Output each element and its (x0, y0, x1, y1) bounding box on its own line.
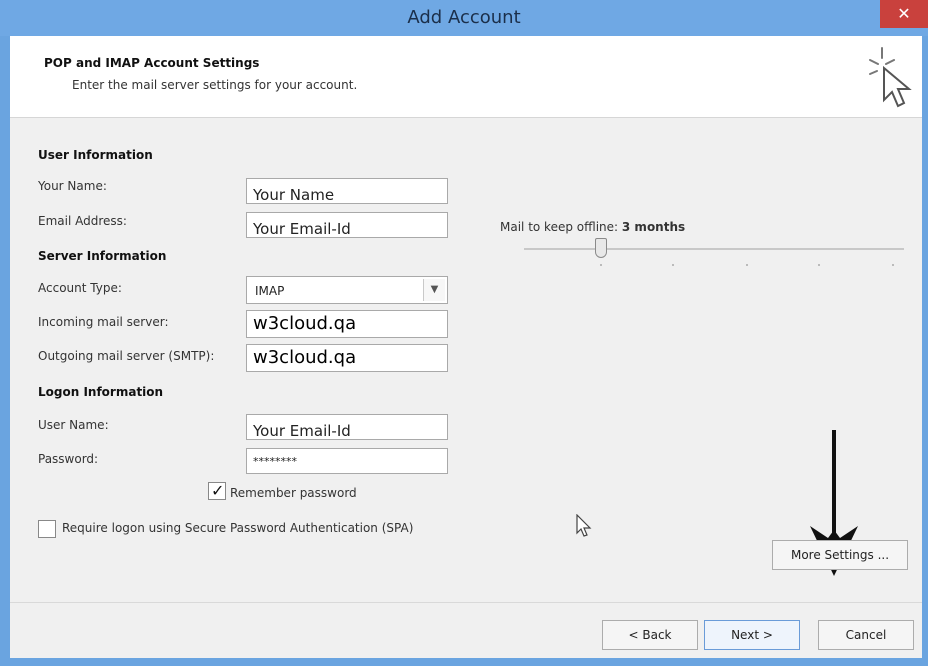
incoming-server-input[interactable]: w3cloud.qa (246, 310, 448, 338)
close-button[interactable]: ✕ (880, 0, 928, 28)
mail-offline-label: Mail to keep offline: 3 months (500, 220, 685, 234)
mouse-cursor-icon (576, 514, 592, 537)
slider-tick (672, 264, 674, 266)
add-account-window: Add Account ✕ POP and IMAP Account Setti… (0, 0, 928, 666)
account-type-select[interactable]: IMAP ▼ (246, 276, 448, 304)
account-type-label: Account Type: (38, 281, 122, 295)
slider-tick (818, 264, 820, 266)
user-name-label: User Name: (38, 418, 109, 432)
user-name-input[interactable]: Your Email-Id (246, 414, 448, 440)
header-title: POP and IMAP Account Settings (44, 56, 260, 70)
back-button[interactable]: < Back (602, 620, 698, 650)
dialog-content: POP and IMAP Account Settings Enter the … (10, 36, 922, 658)
mail-offline-text: Mail to keep offline: (500, 220, 619, 234)
outgoing-server-label: Outgoing mail server (SMTP): (38, 349, 215, 363)
mail-offline-value: 3 months (621, 220, 686, 234)
your-name-input[interactable]: Your Name (246, 178, 448, 204)
server-information-heading: Server Information (38, 249, 167, 263)
slider-tick (892, 264, 894, 266)
more-settings-button[interactable]: More Settings ... (772, 540, 908, 570)
slider-tick (600, 264, 602, 266)
offline-slider-track[interactable] (524, 248, 904, 250)
logon-information-heading: Logon Information (38, 385, 164, 399)
wizard-cursor-icon (869, 47, 912, 108)
chevron-down-icon[interactable]: ▼ (423, 279, 445, 301)
password-input[interactable]: ******** (246, 448, 448, 474)
slider-tick (746, 264, 748, 266)
password-label: Password: (38, 452, 99, 466)
title-bar: Add Account ✕ (0, 0, 928, 36)
offline-slider-thumb[interactable] (595, 238, 607, 258)
cancel-button[interactable]: Cancel (818, 620, 914, 650)
header-subtitle: Enter the mail server settings for your … (72, 78, 358, 92)
dialog-header: POP and IMAP Account Settings Enter the … (10, 36, 922, 118)
remember-password-checkbox[interactable] (208, 481, 226, 500)
footer-divider (10, 602, 922, 603)
incoming-server-label: Incoming mail server: (38, 315, 169, 329)
next-button[interactable]: Next > (704, 620, 800, 650)
user-information-heading: User Information (38, 148, 153, 162)
remember-password-label: Remember password (230, 486, 357, 500)
spa-checkbox[interactable] (38, 520, 56, 538)
account-type-value: IMAP (255, 284, 285, 298)
spa-label: Require logon using Secure Password Auth… (62, 521, 414, 535)
your-name-label: Your Name: (38, 179, 107, 193)
outgoing-server-input[interactable]: w3cloud.qa (246, 344, 448, 372)
email-address-input[interactable]: Your Email-Id (246, 212, 448, 238)
window-title: Add Account (407, 7, 521, 28)
email-address-label: Email Address: (38, 214, 127, 228)
